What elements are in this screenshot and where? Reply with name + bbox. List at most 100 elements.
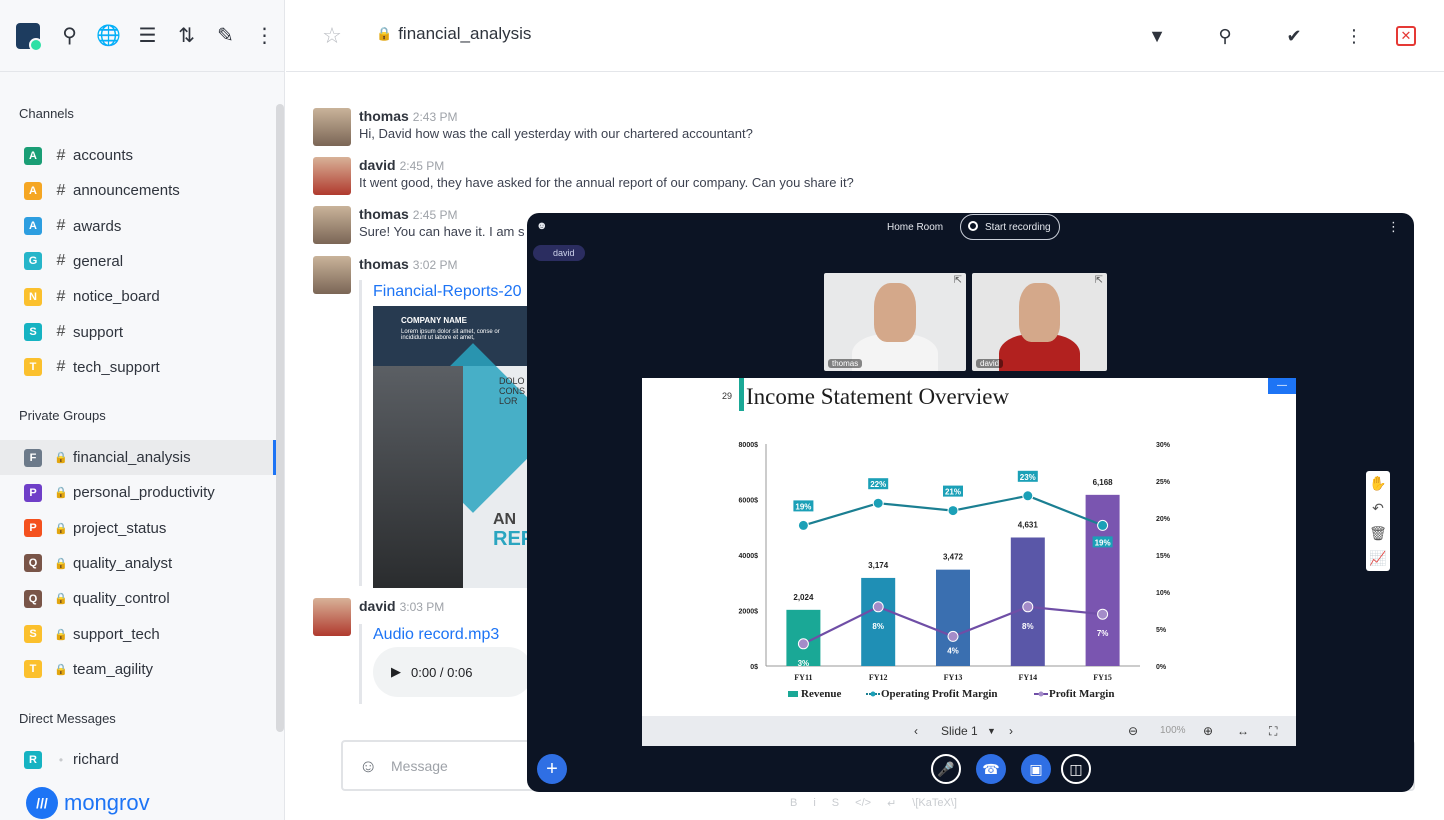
undo-icon[interactable]: ↶: [1372, 500, 1384, 517]
y-tick-right: 0%: [1156, 664, 1167, 671]
expand-icon[interactable]: ⇱: [954, 275, 962, 286]
participants-icon[interactable]: ☻: [536, 220, 548, 232]
avatar[interactable]: [313, 256, 351, 294]
sidebar-item-personal-productivity[interactable]: P 🔒 personal_productivity: [0, 475, 275, 510]
mute-mic-button[interactable]: 🎤: [931, 754, 961, 784]
avatar[interactable]: [313, 108, 351, 146]
bar-data-label: 2,024: [793, 593, 814, 602]
document-thumbnail[interactable]: COMPANY NAME Lorem ipsum dolor sit amet,…: [373, 306, 528, 588]
bold-button[interactable]: B: [790, 797, 797, 810]
doc-big-text-2: REP: [493, 528, 528, 550]
message-username[interactable]: david: [359, 598, 396, 614]
globe-icon[interactable]: 🌐: [89, 15, 128, 57]
play-icon[interactable]: ▶: [391, 664, 401, 680]
bar-data-label: 3,174: [868, 561, 889, 570]
sidebar-scrollbar[interactable]: [276, 104, 284, 732]
trash-icon[interactable]: 🗑: [1369, 525, 1387, 542]
leave-call-button[interactable]: ☎: [976, 754, 1006, 784]
code-button[interactable]: </>: [855, 797, 871, 810]
user-avatar[interactable]: [16, 22, 44, 52]
start-recording-button[interactable]: Start recording: [960, 214, 1060, 240]
call-kebab-icon[interactable]: ⋮: [1387, 219, 1400, 235]
sidebar-item-label: general: [73, 252, 124, 270]
camera-button[interactable]: ▣: [1021, 754, 1051, 784]
close-icon[interactable]: ✕: [1396, 26, 1416, 46]
message-text: Sure! You can have it. I am s: [359, 224, 525, 239]
bar-data-label: 6,168: [1093, 478, 1114, 487]
audio-attachment-link[interactable]: Audio record.mp3: [373, 626, 499, 644]
message-username[interactable]: thomas: [359, 256, 409, 272]
kebab-menu-icon[interactable]: ⋮: [245, 15, 284, 57]
video-call-window: ☻ Home Room Start recording ⋮ david thom…: [527, 213, 1414, 792]
hand-tool-icon[interactable]: ✋: [1369, 475, 1386, 492]
message-username[interactable]: thomas: [359, 206, 409, 222]
sort-icon[interactable]: ⇅: [167, 15, 206, 57]
video-tile[interactable]: thomas ⇱: [824, 273, 966, 371]
sidebar-item-support-tech[interactable]: S 🔒 support_tech: [0, 617, 275, 652]
operating-margin-data-label: 21%: [945, 488, 961, 497]
sidebar-item-richard[interactable]: R • richard: [0, 742, 275, 777]
italic-button[interactable]: i: [813, 797, 815, 810]
chart-tool-icon[interactable]: 📈: [1369, 550, 1386, 567]
favorite-star-icon[interactable]: ☆: [320, 23, 344, 48]
sidebar-item-financial-analysis[interactable]: F 🔒 financial_analysis: [0, 440, 275, 475]
expand-icon[interactable]: ⇱: [1095, 275, 1103, 286]
avatar[interactable]: [313, 206, 351, 244]
search-icon[interactable]: ⚲: [50, 15, 89, 57]
sidebar-item-announcements[interactable]: A # announcements: [0, 173, 275, 208]
strike-button[interactable]: S: [832, 797, 839, 810]
sidebar-item-quality-analyst[interactable]: Q 🔒 quality_analyst: [0, 546, 275, 581]
attachment-link[interactable]: Financial-Reports-20: [373, 283, 522, 301]
prev-slide-icon[interactable]: ‹: [914, 724, 918, 738]
doc-side-text: DOLO CONS LOR: [499, 376, 526, 406]
sidebar-item-general[interactable]: G # general: [0, 244, 275, 279]
slide-label[interactable]: Slide 1: [941, 724, 978, 738]
add-action-button[interactable]: +: [537, 754, 567, 784]
fit-width-icon[interactable]: ↔: [1237, 724, 1249, 738]
newline-button[interactable]: ↵: [887, 797, 896, 810]
annotation-toolbar: ✋ ↶ 🗑 📈: [1366, 471, 1390, 571]
emoji-icon[interactable]: ☺: [359, 756, 377, 777]
header-kebab-icon[interactable]: ⋮: [1342, 24, 1366, 48]
audio-time: 0:00 / 0:06: [411, 664, 473, 680]
fullscreen-icon[interactable]: ⛶: [1269, 724, 1277, 739]
sidebar-item-label: team_agility: [73, 660, 154, 678]
slide-dropdown-icon[interactable]: ▼: [987, 726, 996, 736]
message-input[interactable]: Message: [391, 758, 448, 774]
hash-icon: #: [56, 358, 66, 376]
y-tick-right: 30%: [1156, 442, 1171, 449]
share-screen-button[interactable]: ◫: [1061, 754, 1091, 784]
sidebar-item-team-agility[interactable]: T 🔒 team_agility: [0, 652, 275, 687]
sidebar-item-notice-board[interactable]: N # notice_board: [0, 279, 275, 314]
sidebar-item-awards[interactable]: A # awards: [0, 209, 275, 244]
filter-icon[interactable]: ▼: [1145, 24, 1169, 48]
sidebar-item-accounts[interactable]: A # accounts: [0, 138, 275, 173]
next-slide-icon[interactable]: ›: [1009, 724, 1013, 738]
room-avatar: A: [24, 146, 42, 165]
hash-icon: #: [56, 323, 66, 340]
sidebar-item-tech-support[interactable]: T # tech_support: [0, 350, 275, 385]
sidebar-item-support[interactable]: S # support: [0, 315, 275, 350]
avatar[interactable]: [313, 157, 351, 195]
sidebar-item-quality-control[interactable]: Q 🔒 quality_control: [0, 581, 275, 616]
message-username[interactable]: david: [359, 157, 396, 173]
sidebar-item-project-status[interactable]: P 🔒 project_status: [0, 511, 275, 546]
operating-margin-data-label: 22%: [870, 480, 886, 489]
video-tile[interactable]: david ⇱: [972, 273, 1107, 371]
avatar[interactable]: [313, 598, 351, 636]
zoom-out-icon[interactable]: ⊖: [1128, 724, 1138, 738]
x-tick-label: FY14: [1018, 673, 1037, 682]
list-icon[interactable]: ☰: [128, 15, 167, 57]
room-avatar: A: [24, 217, 42, 236]
audio-player[interactable]: ▶ 0:00 / 0:06: [373, 647, 533, 697]
minimize-slide-button[interactable]: —: [1268, 378, 1296, 394]
edit-icon[interactable]: ✎: [206, 15, 245, 57]
katex-button[interactable]: \[KaTeX\]: [912, 797, 957, 810]
message-username[interactable]: thomas: [359, 108, 409, 124]
sidebar-item-label: announcements: [73, 182, 180, 200]
header-search-icon[interactable]: ⚲: [1213, 24, 1237, 48]
zoom-in-icon[interactable]: ⊕: [1203, 724, 1213, 738]
check-circle-icon[interactable]: ✔: [1282, 24, 1306, 48]
profit-margin-point: [1097, 608, 1109, 620]
operating-margin-data-label: 23%: [1020, 473, 1036, 482]
